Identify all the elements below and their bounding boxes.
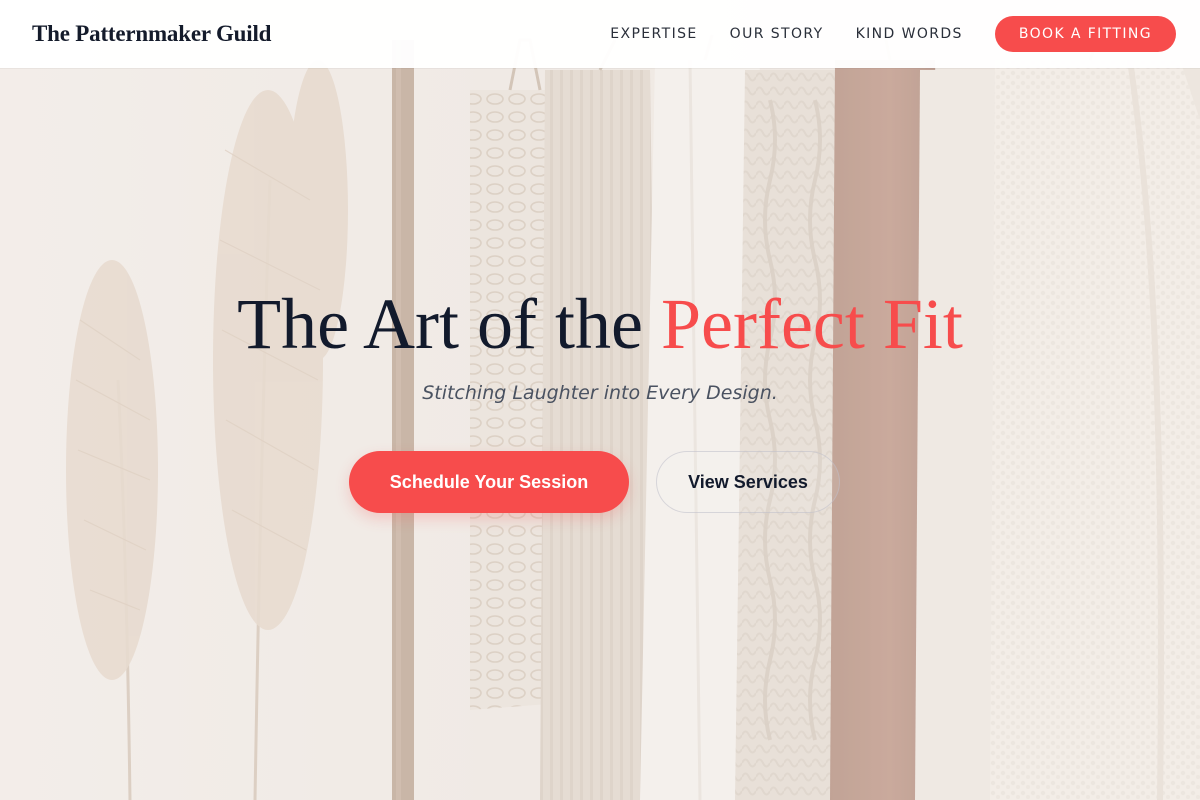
hero-title-main: The Art of the (237, 284, 643, 364)
hero-title: The Art of the Perfect Fit (0, 280, 1200, 368)
hero-tagline: Stitching Laughter into Every Design. (422, 382, 778, 404)
hero-section: The Art of the Perfect Fit Stitching Lau… (0, 0, 1200, 800)
hero-actions: Schedule Your Session View Services (349, 451, 840, 513)
hero-title-accent: Perfect Fit (660, 284, 963, 364)
schedule-session-button[interactable]: Schedule Your Session (349, 451, 629, 513)
view-services-button[interactable]: View Services (656, 451, 840, 513)
